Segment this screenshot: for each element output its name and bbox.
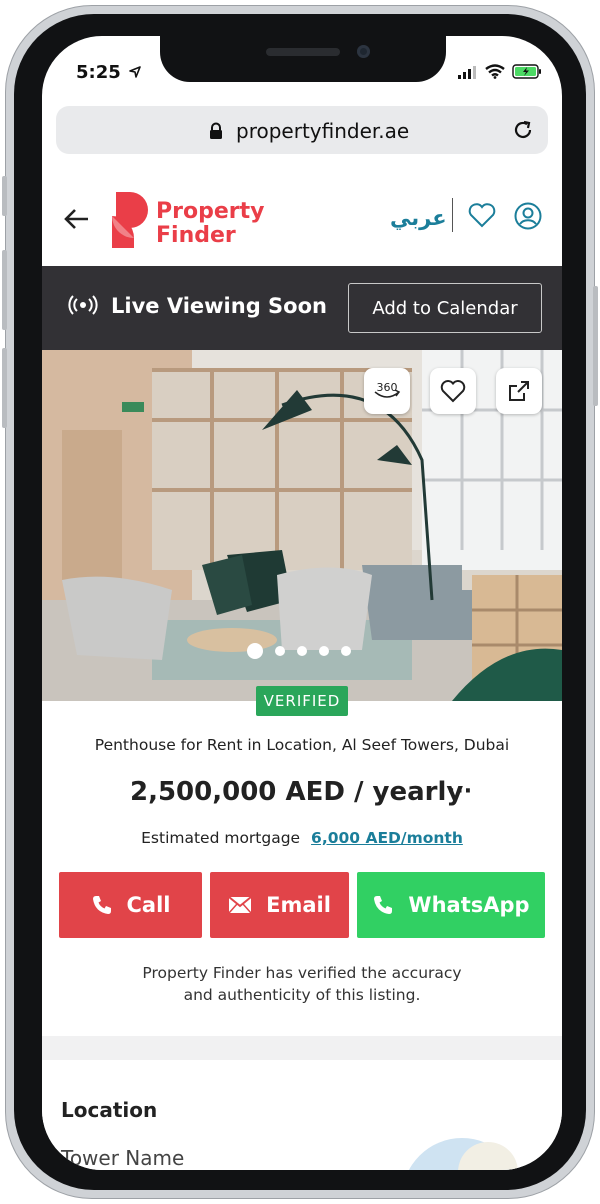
location-section: Location Tower Name [42, 1060, 562, 1170]
call-button[interactable]: Call [59, 872, 202, 938]
location-arrow-icon [129, 66, 141, 78]
property-finder-logo-mark-icon [112, 192, 148, 248]
share-listing-button[interactable] [496, 368, 542, 414]
live-viewing-bar: Live Viewing Soon Add to Calendar [42, 266, 562, 350]
screen: 5:25 propertyfinder.ae Property Finder ع… [42, 36, 562, 1170]
location-title: Location [61, 1098, 158, 1122]
reload-icon[interactable] [512, 119, 534, 141]
section-separator [42, 1036, 562, 1060]
live-broadcast-icon [68, 295, 98, 315]
site-header: Property Finder عربي [42, 180, 562, 267]
power-button [593, 286, 598, 406]
email-label: Email [266, 893, 331, 917]
verification-note-line-2: and authenticity of this listing. [183, 986, 421, 1004]
whatsapp-phone-icon [374, 896, 393, 914]
back-arrow-icon[interactable] [64, 208, 90, 230]
listing-title: Penthouse for Rent in Location, Al Seef … [94, 736, 510, 754]
save-listing-button[interactable] [430, 368, 476, 414]
envelope-icon [228, 896, 252, 914]
wifi-icon [485, 64, 505, 79]
status-time: 5:25 [76, 62, 141, 83]
phone-notch [160, 36, 446, 82]
phone-icon [92, 896, 111, 914]
listing-price: 2,500,000 AED / yearly [130, 777, 464, 807]
status-indicators [458, 64, 542, 79]
more-options-button[interactable]: ··· [447, 779, 472, 804]
live-viewing-label: Live Viewing Soon [111, 294, 327, 318]
front-camera [357, 45, 370, 58]
gallery-dot[interactable] [297, 646, 307, 656]
gallery-dot[interactable] [341, 646, 351, 656]
lock-icon [210, 122, 222, 139]
volume-down-button [2, 348, 7, 428]
brand-line-2: Finder [156, 223, 236, 248]
email-button[interactable]: Email [210, 872, 349, 938]
gallery-pagination [247, 643, 351, 659]
mortgage-link[interactable]: 6,000 AED/month [311, 829, 463, 847]
svg-text:360: 360 [377, 381, 398, 394]
view-360-button[interactable]: 360 [364, 368, 410, 414]
share-icon [509, 381, 529, 401]
gallery-dot[interactable] [275, 646, 285, 656]
url-bar[interactable]: propertyfinder.ae [56, 106, 548, 154]
battery-icon [512, 64, 541, 79]
verification-note-line-1: Property Finder has verified the accurac… [142, 964, 462, 982]
earpiece-speaker [266, 48, 340, 56]
gallery-dot[interactable] [319, 646, 329, 656]
mute-switch [2, 176, 7, 216]
url-text: propertyfinder.ae [236, 119, 410, 143]
mortgage-estimate: Estimated mortgage 6,000 AED/month [42, 829, 562, 847]
mortgage-label: Estimated mortgage [141, 829, 301, 847]
verified-badge: VERIFIED [256, 686, 348, 716]
header-divider [452, 198, 453, 232]
add-to-calendar-button[interactable]: Add to Calendar [348, 283, 542, 333]
property-photo[interactable]: 360 [42, 350, 562, 701]
whatsapp-label: WhatsApp [408, 893, 530, 917]
brand-name[interactable]: Property Finder [156, 200, 264, 248]
360-view-icon: 360 [374, 381, 401, 398]
whatsapp-button[interactable]: WhatsApp [357, 872, 545, 938]
heart-icon [440, 380, 466, 403]
language-toggle[interactable]: عربي [390, 206, 447, 230]
brand-line-1: Property [156, 199, 265, 224]
gallery-dot[interactable] [247, 643, 263, 659]
user-account-icon[interactable] [514, 202, 542, 230]
call-label: Call [126, 893, 171, 917]
favorites-heart-icon[interactable] [468, 202, 496, 228]
tower-name-label: Tower Name [61, 1146, 185, 1170]
verification-note: Property Finder has verified the accurac… [102, 962, 502, 1006]
volume-up-button [2, 250, 7, 330]
signal-icon [458, 65, 476, 79]
